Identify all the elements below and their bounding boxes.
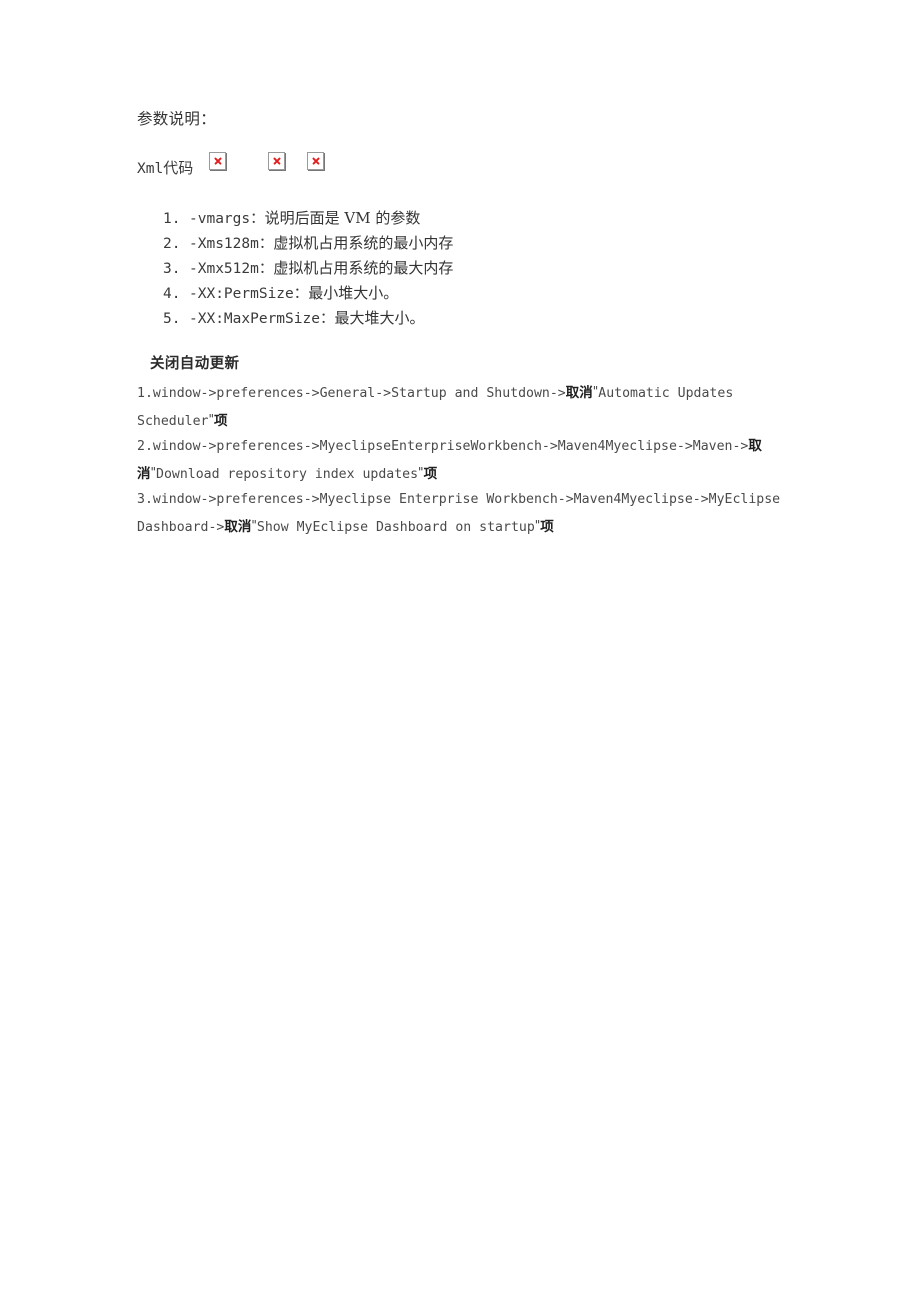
- step-path: window->preferences->MyeclipseEnterprise…: [152, 439, 749, 454]
- list-item-description: 最大堆大小。: [334, 309, 425, 327]
- xml-code-row: Xml代码: [137, 148, 837, 178]
- xml-code-label-latin: Xml: [137, 161, 164, 177]
- intro-block: 参数说明： Xml代码: [137, 108, 837, 178]
- list-item-number: 1.: [163, 211, 181, 227]
- step-index: 3.: [137, 492, 153, 507]
- list-item: 2. -Xms128m： 虚拟机占用系统的最小内存: [163, 231, 863, 256]
- list-item-description: 说明后面是 VM 的参数: [264, 209, 421, 227]
- step-item: 2.window->preferences->MyeclipseEnterpri…: [137, 434, 799, 487]
- broken-image-icon: [268, 152, 286, 170]
- list-item-code: -XX:MaxPermSize：: [189, 311, 335, 327]
- list-item-description: 虚拟机占用系统的最小内存: [273, 234, 454, 252]
- step-item: 1.window->preferences->General->Startup …: [137, 379, 799, 434]
- list-item-code: -XX:PermSize：: [189, 286, 309, 302]
- parameter-list: 1. -vmargs： 说明后面是 VM 的参数 2. -Xms128m： 虚拟…: [163, 206, 863, 331]
- list-item-number: 3.: [163, 261, 181, 277]
- list-item: 3. -Xmx512m： 虚拟机占用系统的最大内存: [163, 256, 863, 281]
- list-item-number: 5.: [163, 311, 181, 327]
- list-item-code: -vmargs：: [189, 211, 265, 227]
- xml-code-label-cn: 代码: [163, 159, 194, 177]
- step-suffix: 项: [423, 465, 438, 482]
- list-item: 1. -vmargs： 说明后面是 VM 的参数: [163, 206, 863, 231]
- list-item-description: 最小堆大小。: [308, 284, 399, 302]
- broken-image-icon: [307, 152, 325, 170]
- step-item: 3.window->preferences->Myeclipse Enterpr…: [137, 487, 799, 540]
- step-suffix: 项: [540, 518, 554, 535]
- step-target: Show MyEclipse Dashboard on startup: [256, 519, 535, 535]
- list-item: 4. -XX:PermSize： 最小堆大小。: [163, 281, 863, 306]
- step-action: 取消: [224, 518, 252, 535]
- page-title: 参数说明：: [137, 110, 217, 128]
- step-index: 2.: [137, 439, 153, 454]
- list-item-number: 4.: [163, 286, 181, 302]
- list-item: 5. -XX:MaxPermSize： 最大堆大小。: [163, 306, 863, 331]
- broken-image-icon: [209, 152, 227, 170]
- steps-list: 1.window->preferences->General->Startup …: [137, 379, 799, 540]
- document-page: 参数说明： Xml代码 1. -vmargs： 说明后面是 VM 的参数 2. …: [0, 0, 920, 1302]
- step-suffix: 项: [214, 412, 228, 429]
- list-item-description: 虚拟机占用系统的最大内存: [273, 259, 454, 277]
- step-action: 取消: [565, 385, 593, 401]
- list-item-code: -Xms128m：: [189, 236, 274, 252]
- step-path: window->preferences->General->Startup an…: [152, 386, 566, 401]
- xml-code-label: Xml代码: [137, 159, 193, 178]
- section-heading-close-auto-update: 关闭自动更新: [150, 356, 240, 372]
- list-item-code: -Xmx512m：: [189, 261, 274, 277]
- step-index: 1.: [137, 386, 153, 401]
- broken-image-group: [209, 152, 325, 170]
- list-item-number: 2.: [163, 236, 181, 252]
- step-target: Download repository index updates: [156, 466, 419, 482]
